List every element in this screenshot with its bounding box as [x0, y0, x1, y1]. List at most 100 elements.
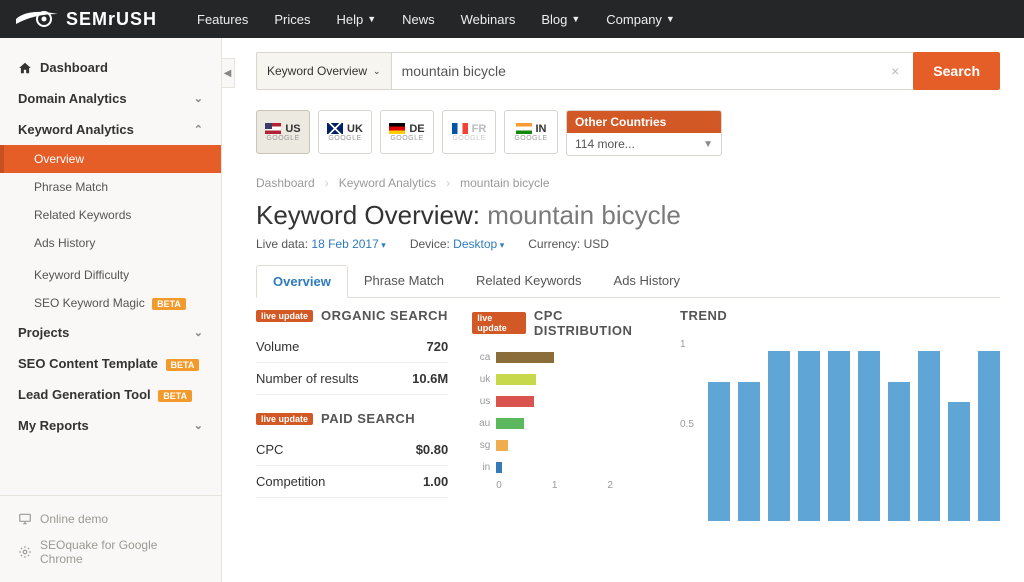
kv-number-of-results: Number of results 10.6M [256, 363, 448, 395]
cpc-bar [496, 374, 536, 385]
chevron-down-icon: ⌄ [194, 419, 203, 432]
live-data-dropdown[interactable]: 18 Feb 2017 [311, 237, 385, 251]
country-selector: US GOOGLE UK GOOGLE DE GOOGLE FR GOOGLE … [256, 110, 1000, 156]
cpc-bar-row: sg [472, 434, 656, 456]
main-content: ◀ Keyword Overview ⌄ × Search US GOOGLE … [222, 38, 1024, 582]
meta-row: Live data: 18 Feb 2017 Device: Desktop C… [256, 237, 1000, 251]
nav-features[interactable]: Features [197, 12, 248, 27]
flag-fr-icon [452, 123, 468, 134]
sidebar-domain-analytics[interactable]: Domain Analytics ⌄ [0, 83, 221, 114]
device-dropdown[interactable]: Desktop [453, 237, 504, 251]
cpc-bar-row: au [472, 412, 656, 434]
cpc-bar-row: uk [472, 368, 656, 390]
clear-input-icon[interactable]: × [891, 63, 899, 79]
live-update-badge: live update [256, 413, 313, 425]
search-bar: Keyword Overview ⌄ × Search [256, 52, 1000, 90]
sidebar-seoquake[interactable]: SEOquake for Google Chrome [0, 532, 221, 572]
flag-uk-icon [327, 123, 343, 134]
other-countries-dropdown[interactable]: Other Countries 114 more... ▼ [566, 110, 722, 156]
topnav-items: Features Prices Help▼ News Webinars Blog… [197, 12, 675, 27]
sidebar-collapse-toggle[interactable]: ◀ [222, 58, 235, 88]
country-uk[interactable]: UK GOOGLE [318, 110, 372, 154]
nav-prices[interactable]: Prices [274, 12, 310, 27]
sidebar-footer: Online demo SEOquake for Google Chrome [0, 485, 221, 582]
country-in[interactable]: IN GOOGLE [504, 110, 558, 154]
cpc-bar-label: in [472, 462, 490, 473]
sidebar-online-demo[interactable]: Online demo [0, 506, 221, 532]
paid-search-title: PAID SEARCH [321, 411, 415, 426]
tab-ads-history[interactable]: Ads History [598, 265, 696, 297]
panels: live update ORGANIC SEARCH Volume 720 Nu… [256, 308, 1000, 521]
cpc-bar [496, 418, 524, 429]
sidebar-sub-ads-history[interactable]: Ads History [0, 229, 221, 257]
nav-webinars[interactable]: Webinars [461, 12, 516, 27]
sidebar: Dashboard Domain Analytics ⌄ Keyword Ana… [0, 38, 222, 582]
cpc-bar-row: us [472, 390, 656, 412]
gear-icon [18, 545, 32, 559]
nav-help[interactable]: Help▼ [336, 12, 376, 27]
tab-related-keywords[interactable]: Related Keywords [460, 265, 598, 297]
keyword-overview-dropdown[interactable]: Keyword Overview ⌄ [256, 52, 391, 90]
top-nav: SEMrUSH Features Prices Help▼ News Webin… [0, 0, 1024, 38]
kv-volume: Volume 720 [256, 331, 448, 363]
trend-bar [978, 351, 1000, 521]
cpc-bar-row: ca [472, 346, 656, 368]
crumb-keyword-analytics[interactable]: Keyword Analytics [339, 176, 436, 190]
search-button[interactable]: Search [913, 52, 1000, 90]
nav-company[interactable]: Company▼ [606, 12, 675, 27]
sidebar-dashboard[interactable]: Dashboard [0, 52, 221, 83]
trend-bar [798, 351, 820, 521]
cpc-x-axis: 012 [496, 480, 656, 491]
nav-blog[interactable]: Blog▼ [541, 12, 580, 27]
cpc-bar-row: in [472, 456, 656, 478]
chevron-down-icon: ⌄ [194, 92, 203, 105]
crumb-dashboard[interactable]: Dashboard [256, 176, 315, 190]
sidebar-sub-seo-keyword-magic[interactable]: SEO Keyword Magic BETA [0, 289, 221, 317]
sidebar-sub-phrase-match[interactable]: Phrase Match [0, 173, 221, 201]
sidebar-sub-keyword-difficulty[interactable]: Keyword Difficulty [0, 261, 221, 289]
currency-value: USD [584, 237, 609, 251]
trend-bar [918, 351, 940, 521]
flag-in-icon [516, 123, 532, 134]
logo-text: SEMrUSH [66, 9, 157, 30]
panel-cpc: live update CPC DISTRIBUTION caukusausgi… [472, 308, 656, 521]
trend-bar [708, 382, 730, 521]
tab-phrase-match[interactable]: Phrase Match [348, 265, 460, 297]
sidebar-lead-generation-tool[interactable]: Lead Generation Tool BETA [0, 379, 221, 410]
crumb-current: mountain bicycle [460, 176, 549, 190]
beta-badge: BETA [166, 359, 200, 371]
tabs: Overview Phrase Match Related Keywords A… [256, 265, 1000, 298]
cpc-bar-label: sg [472, 440, 490, 451]
sidebar-my-reports[interactable]: My Reports ⌄ [0, 410, 221, 441]
sidebar-projects[interactable]: Projects ⌄ [0, 317, 221, 348]
cpc-distribution-chart: ca uk usau sg in 012 [472, 346, 656, 491]
trend-ytick-1: 1 [680, 339, 686, 350]
trend-bar [948, 402, 970, 521]
trend-bar [738, 382, 760, 521]
live-update-badge: live update [256, 310, 313, 322]
country-us[interactable]: US GOOGLE [256, 110, 310, 154]
sidebar-keyword-analytics[interactable]: Keyword Analytics ⌃ [0, 114, 221, 145]
sidebar-sub-overview[interactable]: Overview [0, 145, 221, 173]
cpc-bar-label: uk [472, 374, 490, 385]
tab-overview[interactable]: Overview [256, 265, 348, 298]
chevron-down-icon: ⌄ [194, 326, 203, 339]
beta-badge: BETA [158, 390, 192, 402]
sidebar-seo-content-template[interactable]: SEO Content Template BETA [0, 348, 221, 379]
trend-bar [828, 351, 850, 521]
logo[interactable]: SEMrUSH [14, 9, 157, 30]
cpc-bar-label: ca [472, 352, 490, 363]
logo-swoosh-icon [14, 10, 60, 28]
sidebar-sub-related-keywords[interactable]: Related Keywords [0, 201, 221, 229]
cpc-bar [496, 440, 508, 451]
caret-down-icon: ▼ [703, 139, 713, 150]
country-de[interactable]: DE GOOGLE [380, 110, 434, 154]
page-title: Keyword Overview: mountain bicycle [256, 200, 1000, 231]
cpc-bar [496, 352, 554, 363]
trend-ytick-05: 0.5 [680, 419, 694, 430]
nav-news[interactable]: News [402, 12, 435, 27]
flag-us-icon [265, 123, 281, 134]
search-input[interactable] [391, 52, 916, 90]
country-fr[interactable]: FR GOOGLE [442, 110, 496, 154]
cpc-distribution-title: CPC DISTRIBUTION [534, 308, 656, 338]
